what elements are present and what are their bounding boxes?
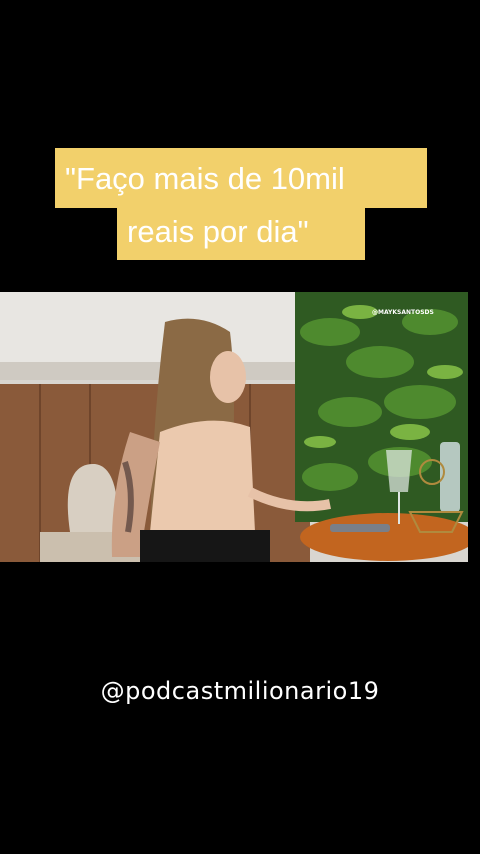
table <box>300 513 468 561</box>
podcast-handle: @podcastmilionario19 <box>100 677 380 705</box>
caption-line-1: "Faço mais de 10mil <box>55 148 427 208</box>
watermark: @MAYKSANTOSDS <box>372 309 434 316</box>
video-frame[interactable]: @MAYKSANTOSDS <box>0 292 468 562</box>
phone <box>330 524 390 532</box>
video-scene: @MAYKSANTOSDS <box>0 292 468 562</box>
face <box>210 351 246 403</box>
top <box>150 420 255 537</box>
wine-glass <box>386 450 412 492</box>
caption-line-2: reais por dia" <box>117 208 365 260</box>
